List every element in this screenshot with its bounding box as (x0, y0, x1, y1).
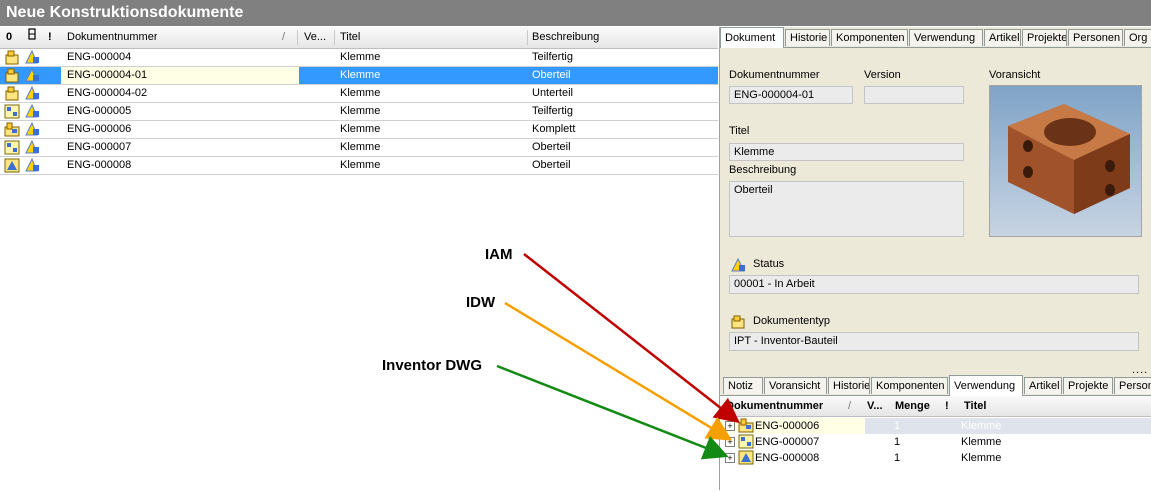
annotation-arrows (496, 253, 740, 460)
arrow-iam (523, 253, 740, 424)
tab-dokument[interactable]: Dokument (720, 27, 784, 48)
tab-verwendung[interactable]: Verwendung (949, 375, 1023, 396)
arrow-idw (504, 301, 733, 441)
arrow-dwg (496, 364, 729, 460)
